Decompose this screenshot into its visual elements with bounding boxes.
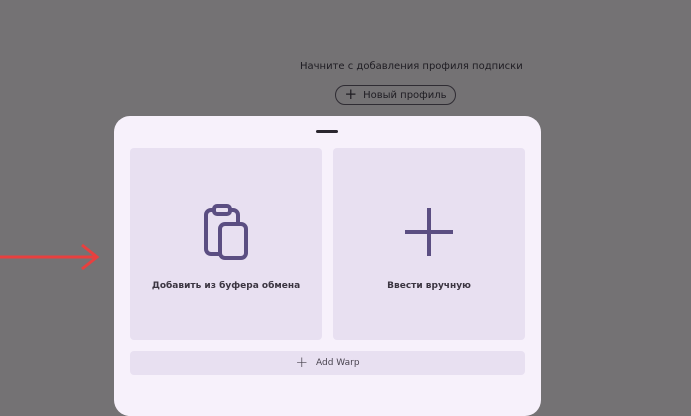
enter-manually-card[interactable]: Ввести вручную bbox=[333, 148, 525, 340]
new-profile-button[interactable]: + Новый профиль bbox=[335, 85, 456, 105]
drag-handle[interactable] bbox=[316, 130, 338, 133]
plus-icon: + bbox=[295, 353, 309, 371]
plus-icon bbox=[403, 204, 455, 264]
add-warp-label: Add Warp bbox=[316, 358, 360, 368]
empty-state-message: Начните с добавления профиля подписки bbox=[300, 61, 523, 72]
new-profile-label: Новый профиль bbox=[363, 89, 447, 101]
bottom-sheet: Добавить из буфера обмена Ввести вручную… bbox=[114, 116, 541, 416]
add-from-clipboard-label: Добавить из буфера обмена bbox=[151, 281, 301, 291]
plus-icon: + bbox=[344, 85, 358, 103]
annotation-arrow bbox=[0, 243, 100, 271]
add-from-clipboard-card[interactable]: Добавить из буфера обмена bbox=[130, 148, 322, 340]
clipboard-icon bbox=[200, 204, 252, 264]
enter-manually-label: Ввести вручную bbox=[387, 281, 471, 291]
add-warp-button[interactable]: + Add Warp bbox=[130, 351, 525, 375]
